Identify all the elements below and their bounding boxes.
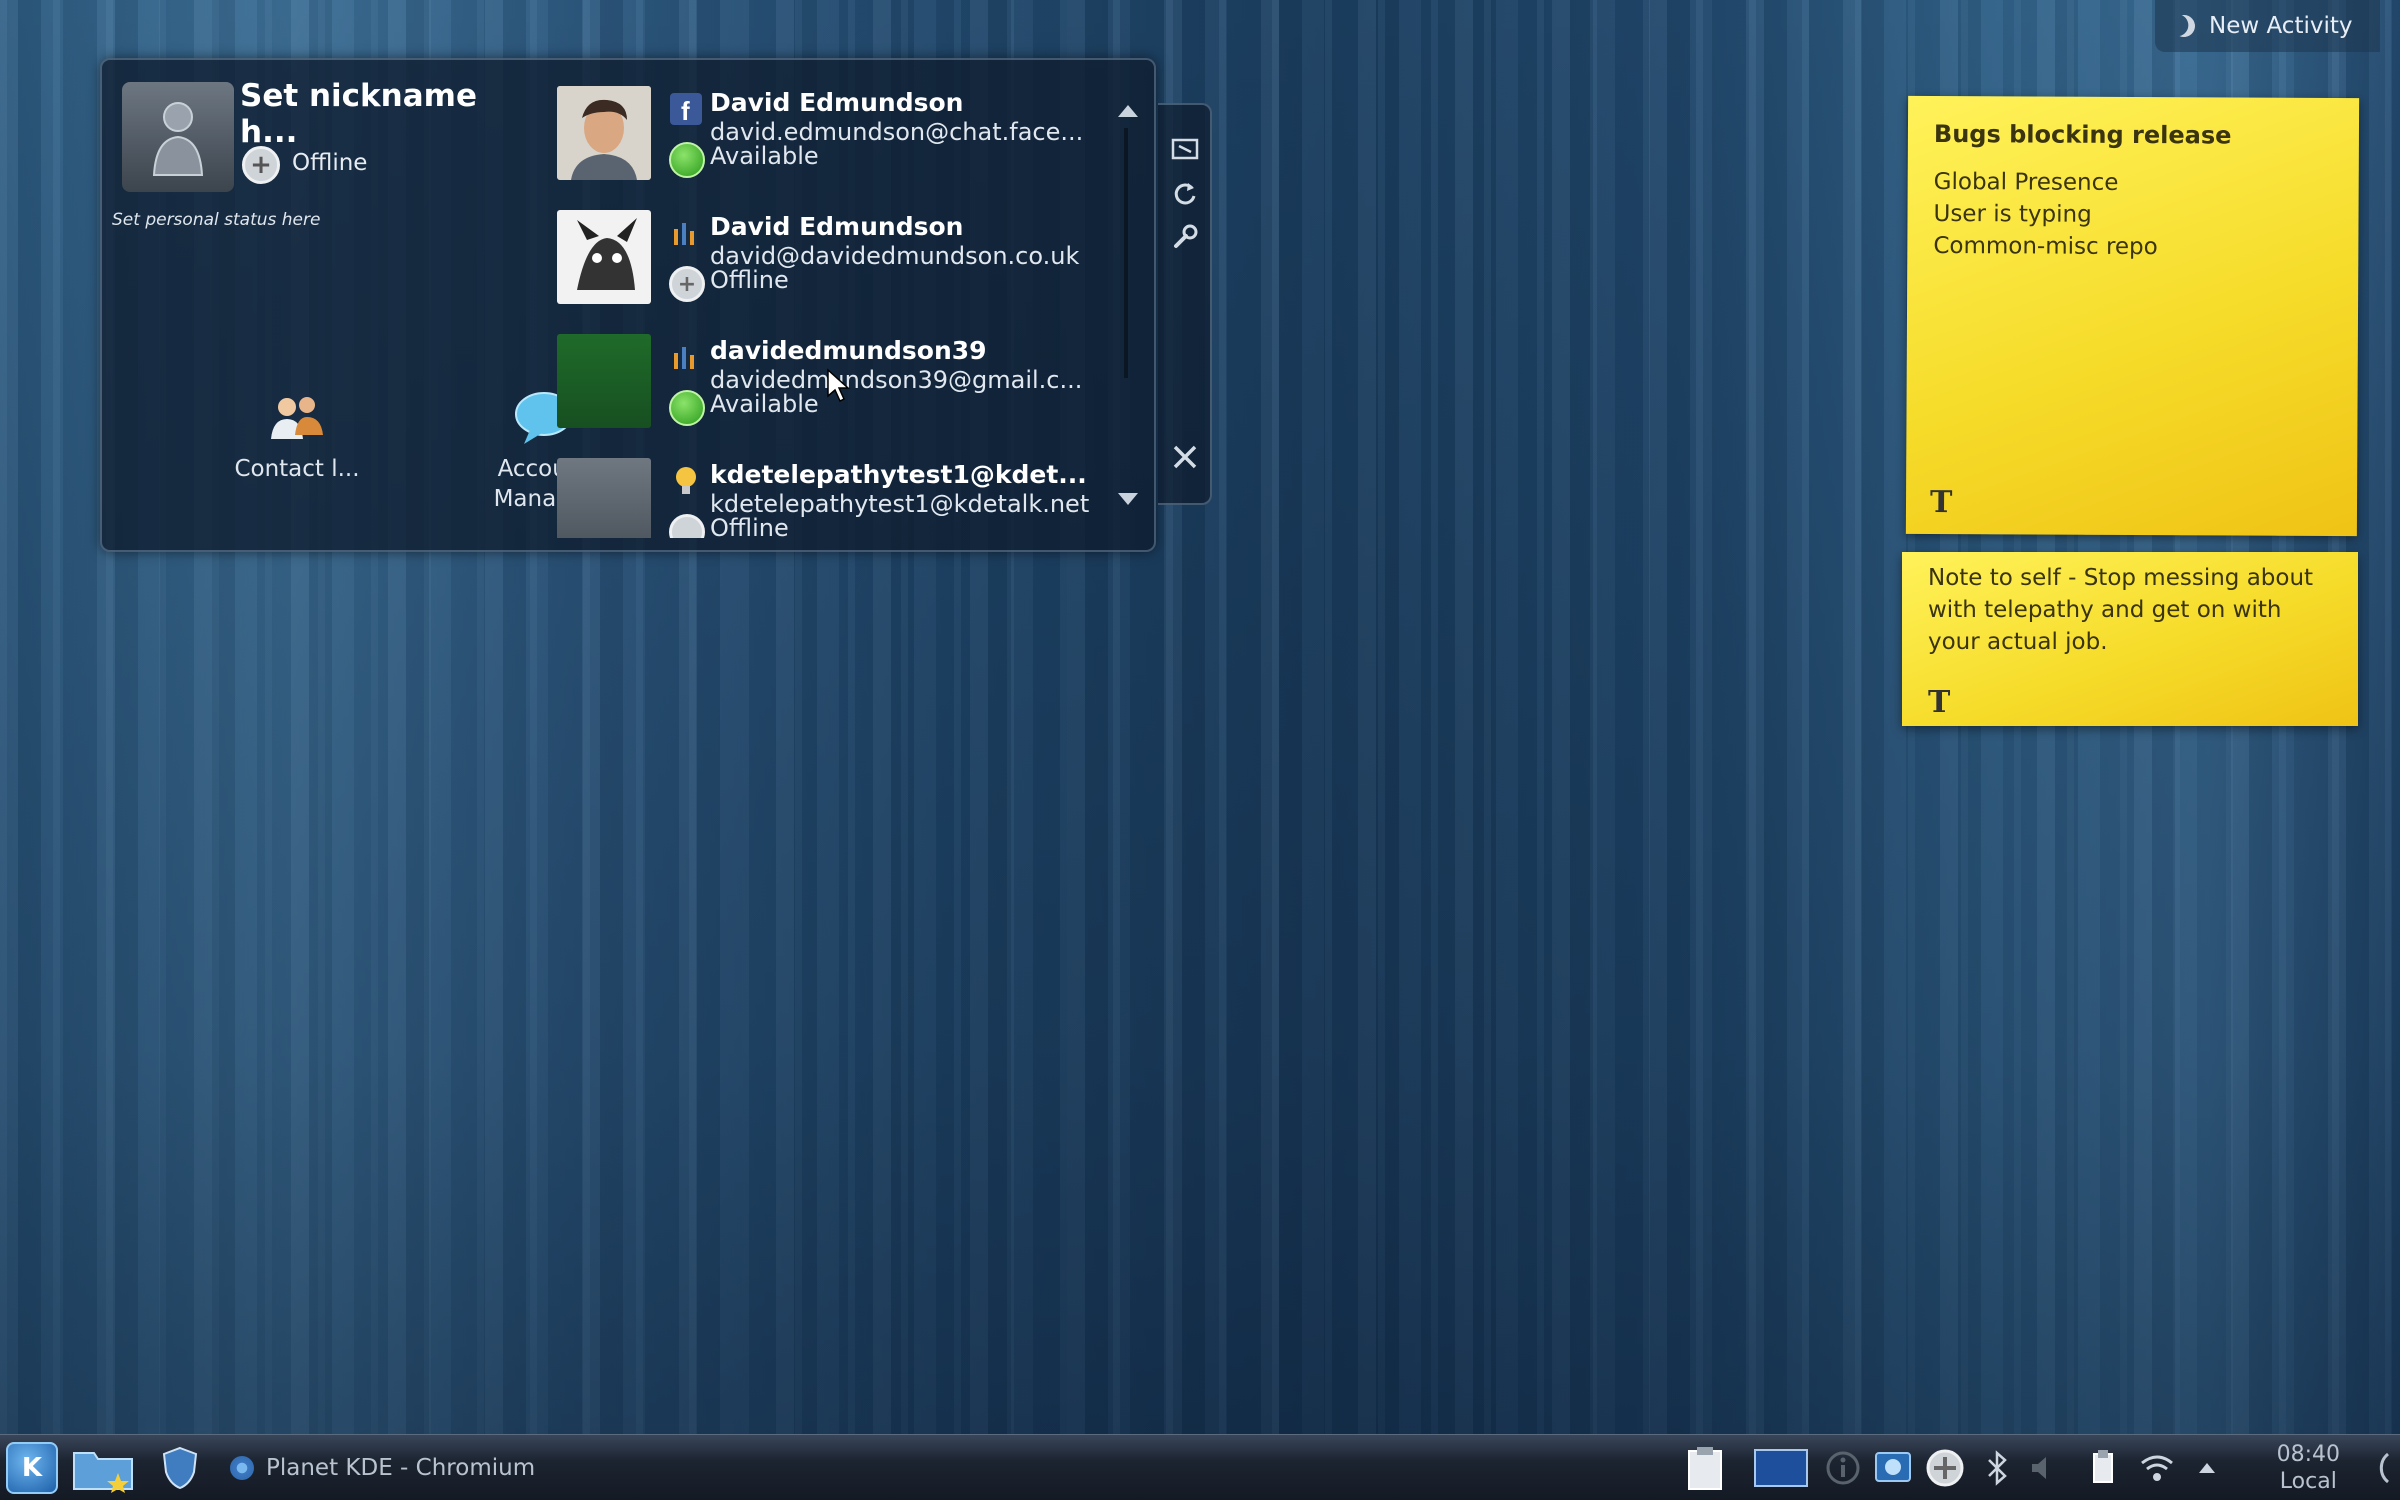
note-line: Common-misc repo [1933, 232, 2158, 261]
clock-zone: Local [2279, 1469, 2337, 1494]
wifi-icon[interactable] [2134, 1445, 2180, 1491]
contact-list: f David Edmundson david.edmundson@chat.f… [547, 78, 1207, 538]
contact-status: Offline [710, 514, 789, 538]
jabber-icon [669, 340, 703, 374]
note-content[interactable]: Bugs blocking release Global Presence Us… [1933, 118, 2231, 264]
network-manager-icon[interactable] [1870, 1445, 1916, 1491]
text-format-icon[interactable]: T [1928, 685, 1950, 720]
person-photo-icon [557, 86, 651, 180]
contact-status: Available [710, 142, 819, 170]
rotate-icon[interactable] [1171, 179, 1199, 207]
note-content[interactable]: Note to self - Stop messing about with t… [1928, 562, 2313, 658]
sticky-note[interactable]: Bugs blocking release Global Presence Us… [1905, 95, 2360, 537]
contact-name: davidedmundson39 [710, 336, 987, 365]
close-icon[interactable] [1171, 443, 1199, 471]
presence-icon[interactable] [1922, 1445, 1968, 1491]
note-line: Global Presence [1933, 168, 2119, 196]
folder-view-icon[interactable] [70, 1443, 136, 1493]
contact-item[interactable]: f David Edmundson david.edmundson@chat.f… [547, 78, 1207, 202]
telepathy-contact-widget: Set nickname h... + Offline Set personal… [100, 58, 1156, 552]
contact-avatar [557, 334, 651, 428]
offline-status-icon [669, 514, 705, 538]
task-label: Planet KDE - Chromium [266, 1455, 536, 1481]
jabber-icon [669, 216, 703, 250]
info-icon[interactable] [1820, 1445, 1866, 1491]
kde-launcher-button[interactable]: K [6, 1442, 58, 1494]
bluetooth-icon[interactable] [1974, 1445, 2020, 1491]
contact-status: Offline [710, 266, 789, 294]
contact-item[interactable]: kdetelepathytest1@kdet... kdetelepathyte… [547, 450, 1207, 538]
contact-avatar [557, 210, 651, 304]
taskbar: K Planet KDE - Chromium 08:40 Local [0, 1434, 2400, 1500]
contact-status: Available [710, 390, 819, 418]
contacts-icon [271, 397, 323, 439]
my-status-selector[interactable]: Offline [292, 150, 367, 176]
svg-text:f: f [681, 96, 690, 125]
note-line: User is typing [1933, 200, 2092, 228]
volume-icon[interactable] [2020, 1445, 2066, 1491]
my-account-panel: Set nickname h... + Offline Set personal… [102, 60, 594, 550]
clock-time: 08:40 [2276, 1442, 2340, 1467]
contact-avatar [557, 86, 651, 180]
resize-icon[interactable] [1171, 135, 1199, 163]
note-line: Note to self - Stop messing about [1928, 565, 2314, 591]
nickname-field[interactable]: Set nickname h... [240, 78, 532, 150]
my-avatar[interactable] [122, 82, 234, 192]
note-title: Bugs blocking release [1933, 119, 2232, 150]
scroll-up-arrow-icon[interactable] [1118, 105, 1138, 117]
user-silhouette-icon [152, 102, 204, 176]
offline-status-icon[interactable]: + [242, 146, 280, 184]
sticky-note[interactable]: Note to self - Stop messing about with t… [1902, 552, 2358, 726]
contact-name: David Edmundson [710, 88, 964, 117]
chromium-icon [230, 1456, 254, 1480]
available-status-icon [669, 390, 705, 426]
contact-item[interactable]: davidedmundson39 davidedmundson39@gmail.… [547, 326, 1207, 450]
panel-toolbox-icon[interactable] [2352, 1445, 2398, 1491]
mouse-cursor-icon [827, 368, 850, 403]
available-status-icon [669, 142, 705, 178]
note-line: your actual job. [1928, 629, 2108, 655]
security-shield-icon[interactable] [160, 1443, 200, 1493]
contact-item[interactable]: David Edmundson david@davidedmundson.co.… [547, 202, 1207, 326]
contact-list-label: Contact l... [234, 456, 360, 482]
contact-name: kdetelepathytest1@kdet... [710, 460, 1087, 489]
new-activity-label: New Activity [2209, 13, 2353, 39]
contact-name: David Edmundson [710, 212, 964, 241]
clipboard-icon[interactable] [1682, 1445, 1728, 1491]
clock[interactable]: 08:40 Local [2277, 1441, 2340, 1495]
offline-status-icon: + [669, 266, 705, 302]
lightbulb-icon [669, 464, 703, 498]
tray-expand-icon[interactable] [2184, 1445, 2230, 1491]
contact-avatar [557, 458, 651, 538]
personal-status-field[interactable]: Set personal status here [112, 210, 320, 230]
taskbar-task[interactable]: Planet KDE - Chromium [220, 1443, 600, 1493]
mascot-avatar-icon [557, 210, 651, 304]
widget-handle [1158, 103, 1212, 505]
scroll-down-arrow-icon[interactable] [1118, 493, 1138, 505]
new-activity-button[interactable]: New Activity [2155, 0, 2380, 52]
text-format-icon[interactable]: T [1930, 485, 1953, 520]
moon-icon [2170, 12, 2198, 40]
note-line: with telepathy and get on with [1928, 597, 2282, 623]
contact-list-launcher[interactable]: Contact l... [217, 390, 377, 484]
facebook-icon: f [669, 92, 703, 126]
wrench-icon[interactable] [1171, 223, 1199, 251]
scrollbar[interactable] [1124, 128, 1128, 378]
device-notifier-icon[interactable] [2080, 1445, 2126, 1491]
monitor-icon[interactable] [1752, 1445, 1810, 1491]
